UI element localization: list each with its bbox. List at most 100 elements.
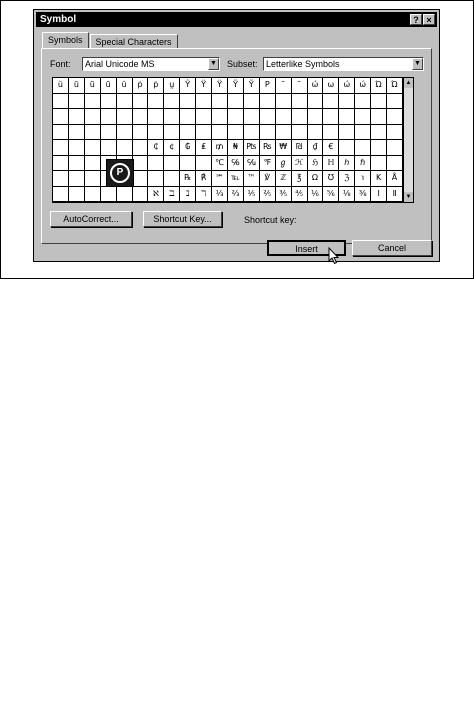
symbol-cell[interactable]: ™ xyxy=(243,171,260,187)
symbol-cell[interactable]: ℡ xyxy=(228,171,244,187)
symbol-cell[interactable]: ū xyxy=(68,78,85,94)
symbol-cell[interactable]: ⅘ xyxy=(291,186,308,202)
symbol-cell[interactable] xyxy=(307,109,324,125)
symbol-cell[interactable] xyxy=(132,140,149,156)
symbol-cell[interactable]: ℏ xyxy=(355,155,372,171)
symbol-cell[interactable] xyxy=(259,109,276,125)
symbol-cell[interactable] xyxy=(259,93,276,109)
symbol-grid[interactable]: ŭ ū ũ ũ ŭ ṗ ṗ ṵ Ŷ Ÿ Ÿ Ỹ Ỹ P ˜ ˜ ώ ω ώ ώ Ώ Ώ ₵ ¢ ₲ ₤ ₥ ₦ ₧ ₨ ₩ ₪ ₫ € ℃ ℅ ℆ ℉ ℊ ℋ… xyxy=(52,77,404,203)
symbol-cell[interactable] xyxy=(323,93,340,109)
symbol-cell[interactable]: ⅚ xyxy=(323,186,340,202)
symbol-cell[interactable] xyxy=(339,124,356,140)
symbol-cell[interactable] xyxy=(291,109,308,125)
symbol-cell[interactable]: ˜ xyxy=(291,78,308,94)
symbol-cell[interactable]: Ⅰ xyxy=(371,186,388,202)
symbol-cell[interactable]: ℉ xyxy=(259,155,276,171)
symbol-cell[interactable] xyxy=(355,93,372,109)
symbol-cell[interactable]: ώ xyxy=(355,78,372,94)
symbol-cell[interactable]: ℎ xyxy=(339,155,356,171)
symbol-cell[interactable] xyxy=(68,140,85,156)
symbol-cell[interactable]: ℅ xyxy=(228,155,244,171)
symbol-cell[interactable]: ℊ xyxy=(275,155,292,171)
symbol-cell[interactable]: ₫ xyxy=(307,140,324,156)
symbol-cell[interactable] xyxy=(68,186,85,202)
symbol-cell[interactable]: ₧ xyxy=(243,140,260,156)
symbol-cell[interactable] xyxy=(387,155,403,171)
symbol-cell[interactable] xyxy=(259,124,276,140)
shortcut-key-button[interactable]: Shortcut Key... xyxy=(143,211,222,227)
symbol-cell[interactable] xyxy=(148,155,165,171)
symbol-cell[interactable]: Ŷ xyxy=(180,78,197,94)
symbol-cell[interactable] xyxy=(116,109,133,125)
symbol-cell[interactable] xyxy=(196,155,213,171)
symbol-cell[interactable]: ℶ xyxy=(164,186,181,202)
symbol-cell[interactable] xyxy=(84,171,101,187)
font-combo[interactable]: Arial Unicode MS ▼ xyxy=(82,57,220,71)
symbol-cell[interactable] xyxy=(164,171,181,187)
symbol-cell[interactable]: ℋ xyxy=(291,155,308,171)
symbol-cell[interactable] xyxy=(164,124,181,140)
symbol-cell[interactable]: Ÿ xyxy=(212,78,228,94)
symbol-cell[interactable] xyxy=(291,93,308,109)
symbol-cell[interactable] xyxy=(275,124,292,140)
symbol-cell[interactable]: ⅖ xyxy=(259,186,276,202)
symbol-cell[interactable] xyxy=(339,140,356,156)
symbol-cell[interactable]: ℥ xyxy=(291,171,308,187)
symbol-cell[interactable]: ṗ xyxy=(148,78,165,94)
symbol-cell[interactable] xyxy=(307,93,324,109)
symbol-cell[interactable]: ₵ xyxy=(148,140,165,156)
symbol-cell[interactable] xyxy=(180,109,197,125)
symbol-cell[interactable]: ₨ xyxy=(259,140,276,156)
symbol-cell[interactable] xyxy=(212,109,228,125)
symbol-cell[interactable] xyxy=(84,155,101,171)
symbol-cell[interactable] xyxy=(132,186,149,202)
symbol-cell[interactable] xyxy=(68,171,85,187)
chevron-down-icon[interactable]: ▼ xyxy=(412,58,423,70)
symbol-cell[interactable]: Ÿ xyxy=(196,78,213,94)
symbol-cell[interactable]: ₲ xyxy=(180,140,197,156)
symbol-cell[interactable] xyxy=(180,155,197,171)
symbol-cell[interactable] xyxy=(212,124,228,140)
symbol-cell[interactable] xyxy=(323,109,340,125)
symbol-cell[interactable] xyxy=(180,124,197,140)
symbol-cell[interactable] xyxy=(387,93,403,109)
symbol-cell[interactable]: ℃ xyxy=(212,155,228,171)
symbol-cell[interactable] xyxy=(84,124,101,140)
symbol-cell[interactable] xyxy=(116,186,133,202)
symbol-cell[interactable] xyxy=(53,93,69,109)
help-button[interactable]: ? xyxy=(410,14,422,25)
symbol-cell[interactable] xyxy=(228,109,244,125)
symbol-cell[interactable] xyxy=(84,109,101,125)
symbol-cell[interactable]: Ώ xyxy=(371,78,388,94)
symbol-cell[interactable] xyxy=(100,186,117,202)
symbol-cell[interactable]: ₦ xyxy=(228,140,244,156)
symbol-cell[interactable] xyxy=(291,124,308,140)
symbol-cell[interactable]: ⅕ xyxy=(243,186,260,202)
symbol-cell[interactable]: ũ xyxy=(84,78,101,94)
symbol-cell[interactable] xyxy=(387,124,403,140)
symbol-cell[interactable] xyxy=(164,155,181,171)
symbol-cell[interactable] xyxy=(148,109,165,125)
symbol-cell[interactable] xyxy=(53,171,69,187)
symbol-cell[interactable]: ŭ xyxy=(53,78,69,94)
close-button[interactable]: × xyxy=(423,14,435,25)
tab-symbols[interactable]: Symbols xyxy=(42,32,89,48)
symbol-cell[interactable]: ℤ xyxy=(275,171,292,187)
symbol-cell[interactable]: ℠ xyxy=(212,171,228,187)
symbol-cell[interactable]: ℆ xyxy=(243,155,260,171)
symbol-cell[interactable]: ⅗ xyxy=(275,186,292,202)
symbol-cell[interactable] xyxy=(243,93,260,109)
symbol-cell[interactable]: ˜ xyxy=(275,78,292,94)
symbol-cell[interactable]: Ỹ xyxy=(243,78,260,94)
symbol-cell[interactable]: ℧ xyxy=(323,171,340,187)
symbol-cell[interactable] xyxy=(116,124,133,140)
symbol-cell[interactable]: ŭ xyxy=(116,78,133,94)
grid-scrollbar[interactable]: ▲ ▼ xyxy=(404,77,414,203)
symbol-cell[interactable]: ώ xyxy=(307,78,324,94)
symbol-cell[interactable] xyxy=(100,109,117,125)
symbol-cell[interactable]: ⅔ xyxy=(228,186,244,202)
symbol-cell[interactable] xyxy=(339,109,356,125)
symbol-cell[interactable]: ω xyxy=(323,78,340,94)
symbol-cell[interactable] xyxy=(355,109,372,125)
symbol-cell[interactable]: Ώ xyxy=(387,78,403,94)
